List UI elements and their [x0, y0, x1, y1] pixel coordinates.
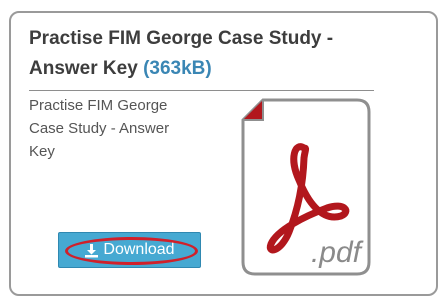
file-description: Practise FIM George Case Study - Answer … — [29, 97, 170, 160]
title-divider — [29, 90, 374, 91]
download-icon — [84, 243, 99, 258]
file-title: Practise FIM George Case Study - Answer … — [29, 24, 384, 84]
pdf-document-graphic: .pdf — [241, 98, 371, 276]
file-size: (363kB) — [143, 58, 212, 79]
file-header: Practise FIM George Case Study - Answer … — [29, 24, 384, 91]
pdf-label: .pdf — [311, 236, 364, 269]
pdf-folded-corner — [243, 100, 263, 120]
pdf-file-icon: .pdf — [241, 98, 371, 276]
download-button[interactable]: Download — [58, 232, 201, 268]
download-label: Download — [103, 241, 175, 258]
